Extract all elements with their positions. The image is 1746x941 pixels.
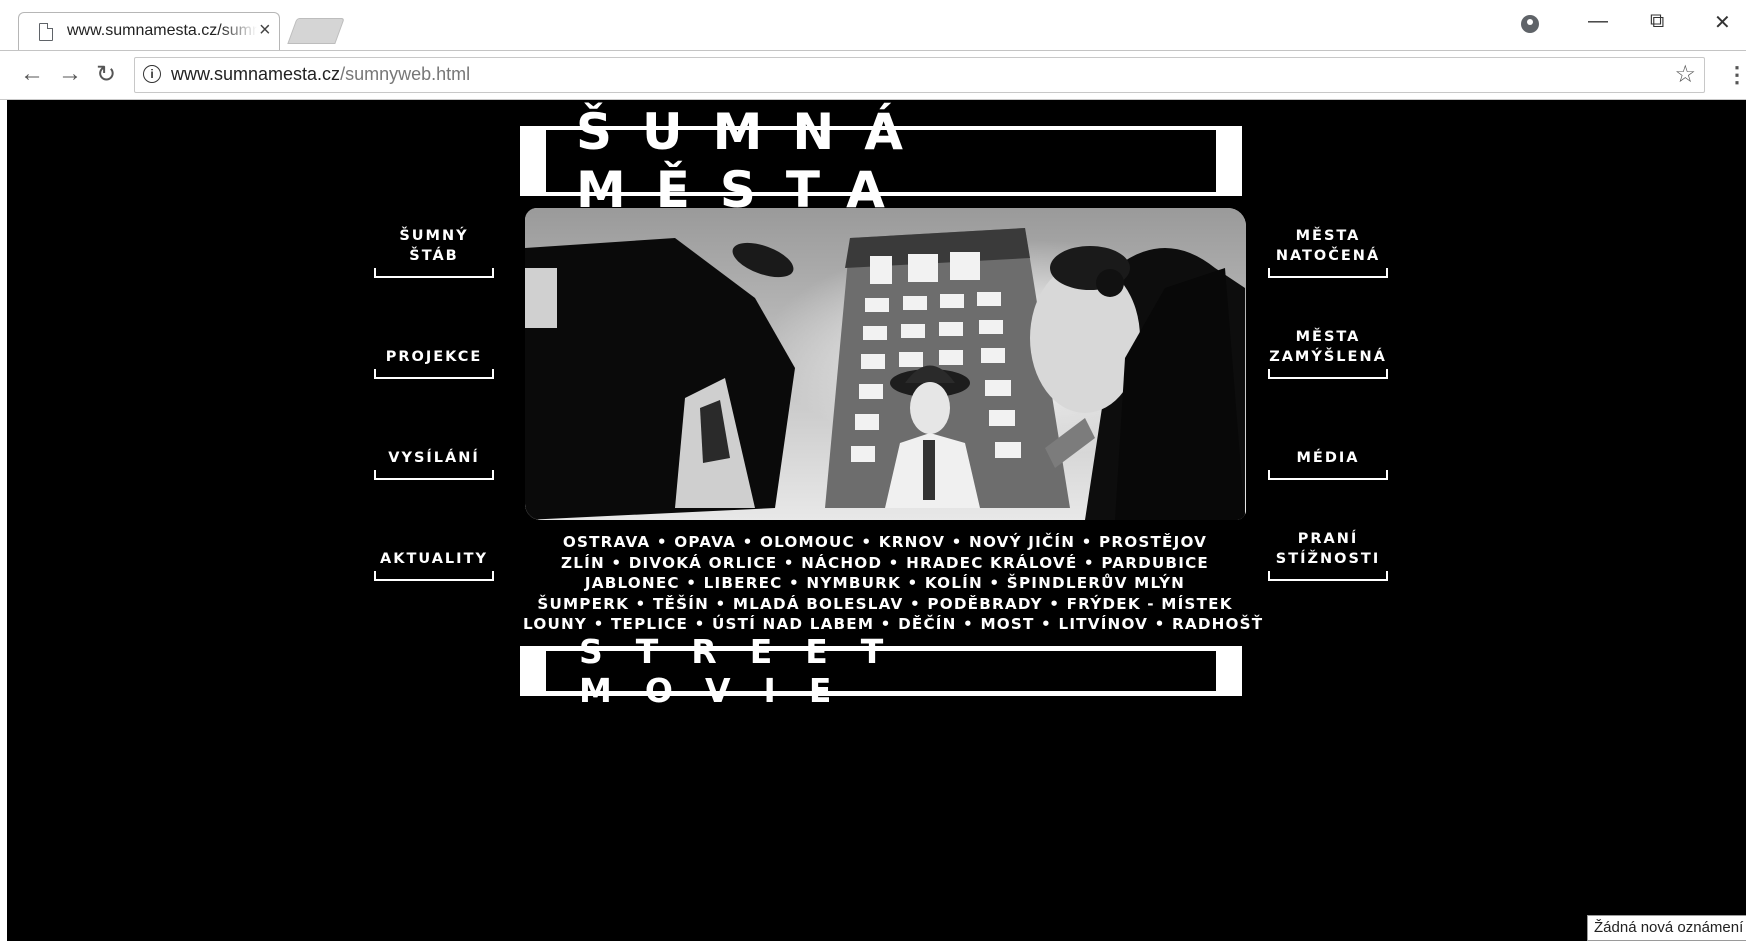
city-line: OSTRAVA • OPAVA • OLOMOUC • KRNOV • NOVÝ…: [562, 533, 1208, 551]
notification-tooltip: Žádná nová oznámení: [1587, 915, 1746, 941]
page-viewport: ŠUMNÁ MĚSTA OSTRAVA • OPAVA • OLOMOUC • …: [7, 100, 1746, 941]
nav-label: MÉDIA: [1296, 450, 1360, 466]
nav-label: MĚSTA: [1295, 329, 1361, 345]
nav-bracket: [1268, 268, 1388, 278]
nav-bracket: [1268, 571, 1388, 581]
url-host: www.sumnamesta.cz: [171, 64, 341, 84]
url-text[interactable]: www.sumnamesta.cz/sumnyweb.html: [171, 64, 470, 85]
subtitle-banner: STREET MOVIE: [520, 632, 1242, 710]
profile-icon[interactable]: [1521, 15, 1539, 33]
bookmark-star-icon[interactable]: ☆: [1674, 60, 1696, 89]
nav-label: PRANÍ: [1297, 531, 1359, 547]
nav-label: STÍŽNOSTI: [1275, 551, 1381, 567]
close-window-icon[interactable]: ✕: [1714, 10, 1731, 35]
browser-tab[interactable]: www.sumnamesta.cz/sumnyweb.html ×: [18, 12, 280, 51]
nav-bracket: [374, 470, 494, 480]
city-line: ŠUMPERK • TĚŠÍN • MLADÁ BOLESLAV • PODĚB…: [537, 594, 1233, 613]
address-bar[interactable]: i www.sumnamesta.cz/sumnyweb.html ☆: [134, 57, 1705, 93]
title-banner: ŠUMNÁ MĚSTA: [520, 103, 1242, 219]
nav-label: PROJEKCE: [385, 349, 483, 365]
tab-close-icon[interactable]: ×: [259, 19, 271, 42]
restore-icon[interactable]: ⧉: [1650, 10, 1664, 33]
nav-label: ŠTÁB: [409, 248, 459, 264]
minimize-icon[interactable]: —: [1588, 10, 1608, 33]
page-subtitle: STREET MOVIE: [546, 632, 1216, 710]
nav-mesta-natocena[interactable]: MĚSTA NATOČENÁ: [1268, 220, 1388, 278]
browser-toolbar: ← → ↻ i www.sumnamesta.cz/sumnyweb.html …: [0, 50, 1746, 100]
nav-bracket: [374, 571, 494, 581]
nav-bracket: [374, 369, 494, 379]
nav-media[interactable]: MÉDIA: [1268, 422, 1388, 480]
nav-vysilani[interactable]: VYSÍLÁNÍ: [374, 422, 494, 480]
nav-sumny-stab[interactable]: ŠUMNÝ ŠTÁB: [374, 220, 494, 278]
new-tab-button[interactable]: [287, 18, 345, 44]
city-line: ZLÍN • DIVOKÁ ORLICE • NÁCHOD • HRADEC K…: [561, 553, 1209, 572]
nav-label: NATOČENÁ: [1275, 248, 1381, 264]
tab-title: www.sumnamesta.cz/sumnyweb.html: [67, 22, 257, 39]
hero-photo: [525, 208, 1246, 520]
page-icon: [39, 23, 53, 41]
nav-prani-stiznosti[interactable]: PRANÍ STÍŽNOSTI: [1268, 523, 1388, 581]
page-title: ŠUMNÁ MĚSTA: [546, 103, 1216, 219]
nav-label: AKTUALITY: [380, 551, 488, 567]
tab-strip: www.sumnamesta.cz/sumnyweb.html × — ⧉ ✕: [0, 0, 1746, 51]
nav-label: ŠUMNÝ: [399, 228, 469, 244]
nav-label: VYSÍLÁNÍ: [388, 450, 480, 466]
url-path: /sumnyweb.html: [340, 64, 471, 84]
film-crew-photo: [525, 208, 1246, 520]
nav-bracket: [1268, 369, 1388, 379]
reload-icon[interactable]: ↻: [96, 60, 116, 89]
nav-mesta-zamyslena[interactable]: MĚSTA ZAMÝŠLENÁ: [1268, 321, 1388, 379]
nav-bracket: [374, 268, 494, 278]
info-icon[interactable]: i: [143, 65, 161, 83]
nav-label: ZAMÝŠLENÁ: [1269, 349, 1387, 365]
browser-menu-icon[interactable]: ⋮: [1726, 62, 1746, 88]
nav-projekce[interactable]: PROJEKCE: [374, 321, 494, 379]
city-line: JABLONEC • LIBEREC • NYMBURK • KOLÍN • Š…: [584, 574, 1186, 592]
city-list: OSTRAVA • OPAVA • OLOMOUC • KRNOV • NOVÝ…: [523, 532, 1262, 635]
nav-bracket: [1268, 470, 1388, 480]
back-icon[interactable]: ←: [20, 60, 44, 88]
nav-aktuality[interactable]: AKTUALITY: [374, 523, 494, 581]
forward-icon[interactable]: →: [58, 60, 82, 88]
nav-label: MĚSTA: [1295, 228, 1361, 244]
